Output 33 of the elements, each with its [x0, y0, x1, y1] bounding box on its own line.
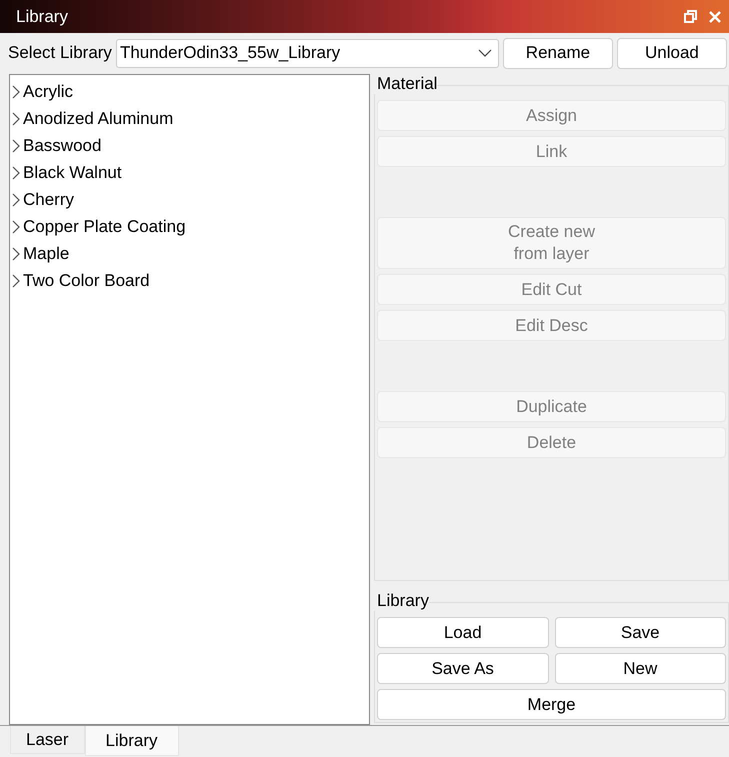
- chevron-right-icon[interactable]: [12, 138, 20, 152]
- window-title: Library: [16, 6, 69, 26]
- library-button[interactable]: Save As: [377, 653, 548, 684]
- chevron-right-icon[interactable]: [12, 192, 20, 206]
- unload-button[interactable]: Unload: [616, 38, 727, 68]
- tree-item[interactable]: Basswood: [23, 136, 102, 156]
- library-button[interactable]: New: [554, 653, 726, 684]
- tree-item[interactable]: Cherry: [23, 190, 74, 210]
- tree-item[interactable]: Maple: [23, 244, 70, 264]
- tab[interactable]: Laser: [10, 726, 85, 754]
- merge-button[interactable]: Merge: [377, 689, 726, 720]
- chevron-right-icon[interactable]: [12, 166, 20, 180]
- close-icon[interactable]: [709, 10, 721, 22]
- chevron-right-icon[interactable]: [12, 112, 20, 126]
- library-dropdown[interactable]: ThunderOdin33_55w_Library: [116, 38, 499, 68]
- restore-icon[interactable]: [684, 10, 697, 23]
- tree-item[interactable]: Copper Plate Coating: [23, 216, 186, 236]
- rename-button[interactable]: Rename: [502, 38, 613, 68]
- library-button[interactable]: Save: [554, 617, 726, 648]
- chevron-down-icon: [478, 49, 492, 57]
- library-button[interactable]: Load: [377, 617, 548, 648]
- tab[interactable]: Library: [84, 726, 178, 756]
- group-title: Material: [374, 74, 438, 94]
- chevron-right-icon[interactable]: [12, 274, 20, 288]
- tree-item[interactable]: Two Color Board: [23, 270, 150, 290]
- chevron-right-icon[interactable]: [12, 84, 20, 98]
- chevron-right-icon[interactable]: [12, 246, 20, 260]
- chevron-right-icon[interactable]: [12, 220, 20, 234]
- group-title: Library: [374, 591, 429, 611]
- tree-item[interactable]: Black Walnut: [23, 162, 122, 182]
- tree-item[interactable]: Anodized Aluminum: [23, 108, 174, 128]
- tree-item[interactable]: Acrylic: [23, 82, 74, 102]
- select-library-label: Select Library: [8, 43, 112, 63]
